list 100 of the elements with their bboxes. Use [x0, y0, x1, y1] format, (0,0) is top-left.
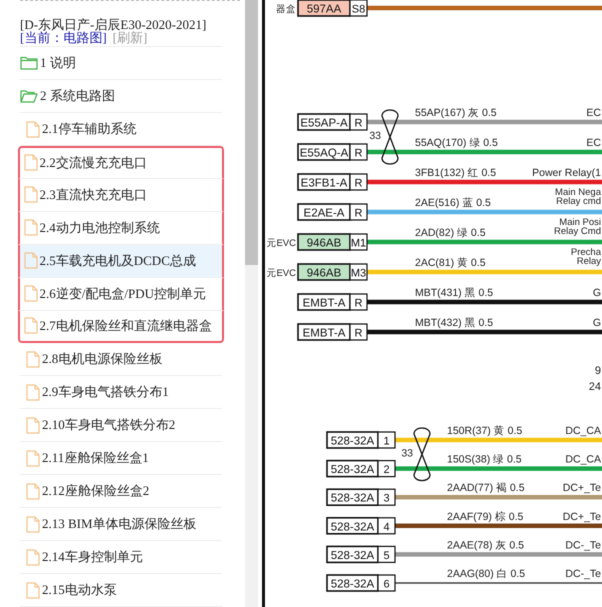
pin-tag: 1 [377, 431, 396, 449]
wire-destination: G [592, 287, 601, 299]
pin-tag: 6 [377, 574, 396, 592]
open-folder-icon [20, 89, 38, 103]
wire-label: 150R(37) 黄 0.5 [447, 425, 522, 437]
folder-icon [20, 56, 38, 70]
wire-label: 2AC(81) 黄 0.5 [415, 257, 486, 269]
document-icon [24, 252, 38, 269]
wire-label: 2AD(82) 绿 0.5 [415, 227, 486, 239]
connector-tag: E2AE-A [297, 203, 351, 221]
wire-label: 2AAD(77) 褐 0.5 [447, 482, 525, 494]
connector-tag: E55AQ-A [297, 143, 351, 161]
connector-tag: E3FB1-A [297, 173, 351, 191]
pin-tag: R [349, 113, 368, 131]
module-label: 元EVC [266, 268, 296, 279]
connector-tag: 528-32A [326, 431, 379, 449]
connector-tag: 528-32A [326, 460, 379, 478]
tree-item[interactable]: 2.14车身控制单元 [20, 541, 222, 574]
twist-count: 33 [369, 130, 381, 142]
pin-tag: M3 [349, 263, 368, 281]
pin-tag: R [349, 173, 368, 191]
wire-destination: Main Posi Relay Cmd [554, 217, 601, 237]
document-icon [26, 416, 40, 434]
tree-item[interactable]: 2.12座舱保险丝盒2 [20, 475, 222, 508]
document-icon [24, 219, 38, 236]
pin-tag: 4 [377, 517, 396, 534]
connector-tag: EMBT-A [297, 323, 351, 341]
wire-destination: Precha Relay [570, 247, 601, 267]
tree-item[interactable]: 2.3直流快充充电口 [18, 178, 224, 212]
wire-label: 3FB1(132) 红 0.5 [415, 167, 496, 179]
twist-symbol [413, 427, 431, 482]
diagram-note: 9 [594, 365, 601, 377]
scrollbar-thumb[interactable] [245, 0, 258, 265]
wire-destination: EC [586, 137, 601, 149]
twist-count: 33 [401, 447, 413, 460]
tree-item[interactable]: 2.10车身电气搭铁分布2 [20, 409, 222, 442]
tree-item[interactable]: 2.6逆变/配电盒/PDU控制单元 [18, 278, 224, 310]
wire-label: 150S(38) 绿 0.5 [447, 454, 522, 466]
wire-destination: EC [586, 107, 601, 119]
current-view-label: [当前：电路图] [20, 30, 107, 45]
wire-destination: DC-_Te [565, 568, 601, 580]
tree-item[interactable]: 2.9车身电气搭铁分布1 [20, 376, 222, 409]
wire-label: 2AE(516) 蓝 0.5 [415, 197, 491, 209]
pin-tag: M1 [349, 233, 368, 251]
tree-item[interactable]: 2.7电机保险丝和直流继电器盒 [18, 310, 224, 343]
wire-destination: DC_CA [565, 425, 601, 437]
wire-destination: DC+_Te [562, 510, 601, 523]
pin-tag: 2 [377, 460, 396, 478]
document-icon [26, 548, 40, 566]
tree-item[interactable]: 2.15电动水泵 [20, 574, 222, 607]
pin-tag: 3 [377, 488, 396, 506]
tree-item[interactable]: 2.2交流慢充充电口 [18, 146, 224, 178]
wire-label: MBT(431) 黑 0.5 [415, 287, 494, 299]
wire-destination: Power Relay(1 [532, 167, 601, 179]
document-icon [24, 317, 38, 334]
wire-label: MBT(432) 黑 0.5 [415, 317, 494, 329]
twist-symbol [381, 109, 399, 165]
document-icon [26, 482, 40, 500]
wire-destination: Main Nega Relay cmd [555, 187, 601, 207]
module-label: 器盒 [276, 4, 296, 15]
document-icon [26, 384, 40, 400]
document-icon [26, 582, 40, 598]
connector-tag: 528-32A [326, 574, 379, 592]
document-title: [D-东风日产-启辰E30-2020-2021] [20, 18, 206, 31]
connector-tag: 528-32A [326, 488, 379, 506]
tree-item[interactable]: 2.1停车辅助系统 [20, 113, 222, 146]
document-icon [26, 350, 40, 368]
wire-destination: G [592, 317, 601, 329]
pin-tag: R [349, 143, 368, 161]
tree-item[interactable]: 2.13 BIM单体电源保险丝板 [20, 508, 222, 541]
wire-label: 55AQ(170) 绿 0.5 [415, 137, 498, 149]
connector-tag: 528-32A [326, 546, 379, 564]
connector-tag: E55AP-A [297, 113, 351, 131]
folder-item[interactable]: 1 说明 [20, 47, 222, 80]
wire-destination: DC_CA [565, 454, 601, 466]
connector-tag: 597AA [297, 0, 351, 17]
connector-tag: 946AB [297, 263, 351, 281]
folder-item[interactable]: 2 系统电路图 [20, 80, 222, 113]
document-icon [24, 186, 38, 203]
module-label: 元EVC [266, 238, 296, 249]
tree-item[interactable]: 2.11座舱保险丝盒1 [20, 442, 222, 475]
document-icon [26, 120, 40, 138]
tree-item[interactable]: 2.5车载充电机及DCDC总成 [18, 244, 224, 278]
connector-tag: 946AB [297, 233, 351, 251]
diagram-note: 24 [588, 381, 601, 393]
wire-label: 2AAG(80) 白 0.5 [447, 568, 526, 580]
wire-destination: DC-_Te [565, 539, 601, 552]
wire-label: 2AAF(79) 棕 0.5 [447, 510, 524, 523]
document-icon [24, 285, 38, 302]
tree-item[interactable]: 2.8电机电源保险丝板 [20, 343, 222, 376]
connector-tag: EMBT-A [297, 293, 351, 311]
pin-tag: R [349, 293, 368, 311]
connector-tag: 528-32A [326, 517, 379, 535]
document-icon [24, 154, 38, 172]
wire-label: 55AP(167) 灰 0.5 [415, 107, 497, 119]
document-icon [26, 450, 40, 466]
pin-tag: R [349, 203, 368, 221]
wire-destination: DC+_Te [562, 482, 601, 494]
document-icon [26, 516, 40, 532]
pin-tag: 5 [377, 546, 396, 563]
